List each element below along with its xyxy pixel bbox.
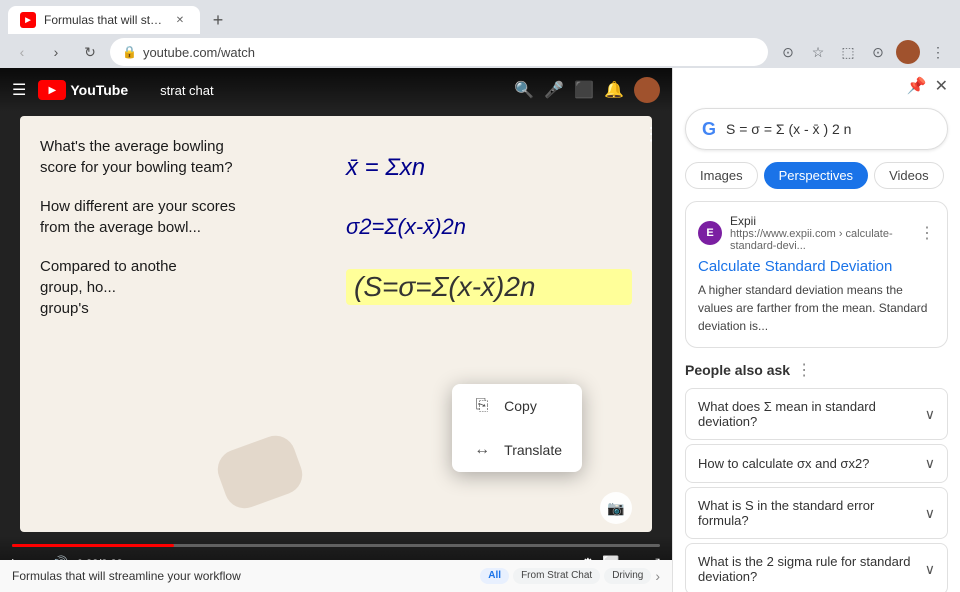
filter-pills: Images Perspectives Videos	[673, 162, 960, 201]
result-domain: Expii	[730, 214, 911, 228]
result-title[interactable]: Calculate Standard Deviation	[698, 258, 935, 275]
lock-icon: 🔒	[122, 45, 137, 59]
copy-menu-item[interactable]: ⎘ Copy	[452, 384, 582, 428]
translate-label: Translate	[504, 442, 562, 458]
translate-icon: ↔	[472, 440, 492, 460]
paa-question-0: What does Σ mean in standard deviation?	[698, 399, 925, 429]
filter-images[interactable]: Images	[685, 162, 758, 189]
bookmark-button[interactable]: ☆	[804, 38, 832, 66]
tab-bar: ▶ Formulas that will streamline ✕ +	[0, 0, 960, 34]
back-button[interactable]: ‹	[8, 38, 36, 66]
result-favicon: E	[698, 221, 722, 245]
google-panel: 📌 ✕ G S = σ = Σ (x - x̄ ) 2 n Images Per…	[672, 68, 960, 592]
screenshot-button[interactable]: ⊙	[864, 38, 892, 66]
youtube-logo-text: YouTube	[70, 82, 128, 98]
strat-badge: From Strat Chat	[513, 568, 600, 584]
main-content: ☰ ▶ YouTube strat chat 🔍 🎤 ⬛ 🔔	[0, 68, 960, 592]
progress-bar[interactable]	[12, 544, 660, 547]
google-logo: G	[702, 119, 716, 140]
video-title-bar: Formulas that will streamline your workf…	[0, 560, 672, 592]
search-query: S = σ = Σ (x - x̄ ) 2 n	[726, 121, 851, 137]
badge-arrow: ›	[655, 568, 660, 584]
video-options-button[interactable]: ⋮	[642, 124, 660, 145]
more-menu-button[interactable]: ⋮	[924, 38, 952, 66]
paa-item-0[interactable]: What does Σ mean in standard deviation? …	[685, 388, 948, 440]
paa-chevron-1: ∨	[925, 455, 935, 472]
paa-item-3[interactable]: What is the 2 sigma rule for standard de…	[685, 543, 948, 592]
result-source-info: Expii https://www.expii.com › calculate-…	[730, 214, 911, 252]
panel-header: 📌 ✕	[673, 68, 960, 104]
paa-item-2[interactable]: What is S in the standard error formula?…	[685, 487, 948, 539]
paa-item-1[interactable]: How to calculate σx and σx2? ∨	[685, 444, 948, 483]
active-tab[interactable]: ▶ Formulas that will streamline ✕	[8, 6, 200, 34]
tab-close-button[interactable]: ✕	[172, 12, 188, 28]
paa-more-button[interactable]: ⋮	[796, 360, 812, 380]
channel-name: strat chat	[160, 83, 213, 98]
youtube-logo[interactable]: ▶ YouTube	[38, 80, 128, 100]
result-snippet: A higher standard deviation means the va…	[698, 281, 935, 335]
pin-icon[interactable]: 📌	[907, 76, 927, 96]
all-badge: All	[480, 568, 509, 584]
wb-question2: How different are your scores from the a…	[40, 196, 326, 238]
result-source: E Expii https://www.expii.com › calculat…	[698, 214, 935, 252]
context-menu: ⎘ Copy ↔ Translate	[452, 384, 582, 472]
paa-chevron-0: ∨	[925, 406, 935, 423]
paa-question-2: What is S in the standard error formula?	[698, 498, 925, 528]
result-card: E Expii https://www.expii.com › calculat…	[685, 201, 948, 348]
forward-button[interactable]: ›	[42, 38, 70, 66]
notification-icon[interactable]: 🔔	[604, 80, 624, 100]
cast-icon[interactable]: ⬛	[574, 80, 594, 100]
paa-header: People also ask ⋮	[685, 360, 948, 380]
wb-question1: What's the average bowling score for you…	[40, 136, 326, 178]
wb-formula3: (S=σ=Σ(x-x̄)2n	[346, 269, 632, 305]
new-tab-button[interactable]: +	[204, 6, 232, 34]
paa-title: People also ask	[685, 362, 790, 378]
result-url: https://www.expii.com › calculate-standa…	[730, 228, 911, 252]
profile-avatar[interactable]	[894, 38, 922, 66]
filter-perspectives[interactable]: Perspectives	[764, 162, 868, 189]
result-more-button[interactable]: ⋮	[919, 223, 935, 243]
filter-videos[interactable]: Videos	[874, 162, 944, 189]
screen-capture-button[interactable]: 📷	[600, 492, 632, 524]
camera-icon: 📷	[607, 500, 624, 517]
youtube-header-icons: 🔍 🎤 ⬛ 🔔	[514, 77, 660, 103]
tab-title: Formulas that will streamline	[44, 13, 164, 27]
hamburger-icon[interactable]: ☰	[12, 80, 26, 100]
user-avatar[interactable]	[634, 77, 660, 103]
paa-chevron-3: ∨	[925, 561, 935, 578]
people-also-ask: People also ask ⋮ What does Σ mean in st…	[685, 360, 948, 592]
copy-label: Copy	[504, 398, 537, 414]
video-side: ☰ ▶ YouTube strat chat 🔍 🎤 ⬛ 🔔	[0, 68, 672, 592]
youtube-logo-icon: ▶	[38, 80, 66, 100]
search-icon[interactable]: 🔍	[514, 80, 534, 100]
video-title: Formulas that will streamline your workf…	[12, 569, 241, 583]
extensions-button[interactable]: ⬚	[834, 38, 862, 66]
video-badges: All From Strat Chat Driving ›	[480, 568, 660, 584]
browser-chrome: ▶ Formulas that will streamline ✕ + ‹ › …	[0, 0, 960, 68]
translate-menu-item[interactable]: ↔ Translate	[452, 428, 582, 472]
wb-question3: Compared to anothe group, ho... group's	[40, 256, 326, 319]
paa-question-1: How to calculate σx and σx2?	[698, 456, 869, 471]
toolbar-icons: ⊙ ☆ ⬚ ⊙ ⋮	[774, 38, 952, 66]
tab-favicon: ▶	[20, 12, 36, 28]
driving-badge: Driving	[604, 568, 651, 584]
paa-question-3: What is the 2 sigma rule for standard de…	[698, 554, 925, 584]
address-url: youtube.com/watch	[143, 45, 756, 60]
wb-formula2: σ2=Σ(x-x̄)2n	[346, 214, 632, 240]
google-search-bar[interactable]: G S = σ = Σ (x - x̄ ) 2 n	[685, 108, 948, 150]
refresh-button[interactable]: ↻	[76, 38, 104, 66]
mic-icon[interactable]: 🎤	[544, 80, 564, 100]
video-container: ☰ ▶ YouTube strat chat 🔍 🎤 ⬛ 🔔	[0, 68, 672, 592]
progress-fill	[12, 544, 174, 547]
paa-chevron-2: ∨	[925, 505, 935, 522]
nav-bar: ‹ › ↻ 🔒 youtube.com/watch ⊙ ☆ ⬚ ⊙ ⋮	[0, 34, 960, 70]
youtube-header: ☰ ▶ YouTube strat chat 🔍 🎤 ⬛ 🔔	[0, 68, 672, 112]
lens-button[interactable]: ⊙	[774, 38, 802, 66]
close-panel-button[interactable]: ✕	[935, 76, 948, 96]
address-bar[interactable]: 🔒 youtube.com/watch	[110, 38, 768, 66]
wb-formula1: x̄ = Σxn	[346, 154, 632, 182]
copy-icon: ⎘	[472, 396, 492, 416]
